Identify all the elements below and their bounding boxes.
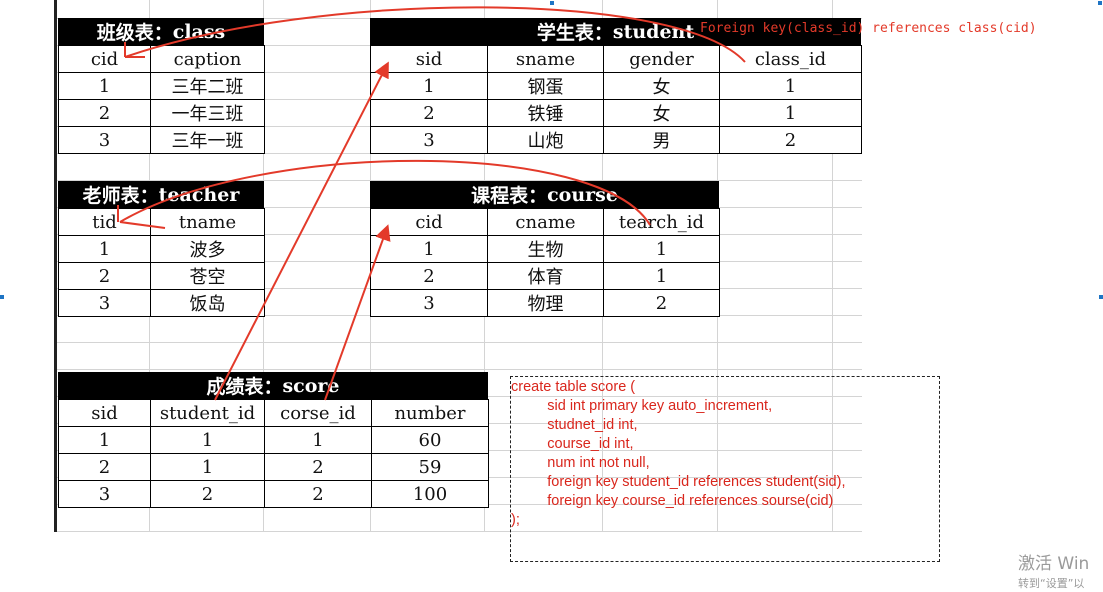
activation-watermark-line2: 转到“设置”以 — [1018, 577, 1085, 590]
table-cell-course[interactable]: 1 — [370, 235, 488, 263]
table-cell-student[interactable]: 1 — [719, 72, 862, 100]
table-cell-class[interactable]: 2 — [58, 99, 151, 127]
table-cell-score[interactable]: 2 — [150, 480, 265, 508]
table-cell-score[interactable]: 3 — [58, 480, 151, 508]
table-title-cn: 班级表： — [96, 22, 173, 44]
table-cell-student[interactable]: 山炮 — [487, 126, 604, 154]
sql-code-box: create table score ( sid int primary key… — [510, 376, 940, 562]
table-cell-score[interactable]: 1 — [58, 426, 151, 454]
sql-line: ); — [511, 512, 520, 528]
fk-annotation-note: Foreign key(class_id) references class(c… — [700, 21, 1037, 36]
sql-line: foreign key student_id references studen… — [511, 474, 846, 490]
table-cell-student[interactable]: 1 — [719, 99, 862, 127]
table-title-en: class — [172, 20, 226, 43]
sql-line: course_id int, — [511, 436, 634, 452]
grid-row-line — [57, 369, 862, 370]
table-cell-score[interactable]: 1 — [150, 453, 265, 481]
table-cell-course[interactable]: 2 — [603, 289, 720, 317]
header-cell-student[interactable]: sid — [370, 45, 488, 73]
table-cell-score[interactable]: 59 — [371, 453, 489, 481]
header-cell-score[interactable]: student_id — [150, 399, 265, 427]
table-cell-course[interactable]: 2 — [370, 262, 488, 290]
header-cell-score[interactable]: number — [371, 399, 489, 427]
table-cell-score[interactable]: 1 — [150, 426, 265, 454]
table-cell-course[interactable]: 体育 — [487, 262, 604, 290]
table-title-en: student — [612, 20, 695, 43]
table-cell-teacher[interactable]: 2 — [58, 262, 151, 290]
table-title-cn: 学生表： — [536, 22, 613, 44]
table-cell-teacher[interactable]: 苍空 — [150, 262, 265, 290]
header-cell-teacher[interactable]: tname — [150, 208, 265, 236]
header-cell-course[interactable]: tearch_id — [603, 208, 720, 236]
table-title-class: 班级表： class — [58, 18, 264, 45]
table-cell-score[interactable]: 2 — [58, 453, 151, 481]
header-cell-class[interactable]: caption — [150, 45, 265, 73]
header-cell-score[interactable]: sid — [58, 399, 151, 427]
table-cell-course[interactable]: 1 — [603, 262, 720, 290]
table-cell-course[interactable]: 生物 — [487, 235, 604, 263]
resize-handle-right[interactable] — [1099, 295, 1103, 299]
table-cell-class[interactable]: 三年二班 — [150, 72, 265, 100]
header-cell-teacher[interactable]: tid — [58, 208, 151, 236]
table-cell-student[interactable]: 铁锤 — [487, 99, 604, 127]
resize-handle-left[interactable] — [0, 295, 4, 299]
table-cell-score[interactable]: 2 — [264, 453, 372, 481]
table-cell-course[interactable]: 物理 — [487, 289, 604, 317]
grid-row-line — [57, 342, 862, 343]
table-cell-student[interactable]: 2 — [370, 99, 488, 127]
table-cell-course[interactable]: 3 — [370, 289, 488, 317]
table-title-cn: 老师表： — [82, 185, 159, 207]
table-cell-student[interactable]: 3 — [370, 126, 488, 154]
table-title-course: 课程表： course — [370, 181, 719, 208]
table-cell-class[interactable]: 3 — [58, 126, 151, 154]
header-cell-student[interactable]: gender — [603, 45, 720, 73]
sql-line: num int not null, — [511, 455, 650, 471]
table-title-en: teacher — [158, 183, 240, 206]
table-cell-score[interactable]: 60 — [371, 426, 489, 454]
header-cell-student[interactable]: sname — [487, 45, 604, 73]
sql-line: studnet_id int, — [511, 417, 638, 433]
table-title-teacher: 老师表： teacher — [58, 181, 264, 208]
table-cell-score[interactable]: 100 — [371, 480, 489, 508]
table-cell-student[interactable]: 男 — [603, 126, 720, 154]
table-cell-student[interactable]: 1 — [370, 72, 488, 100]
table-title-cn: 课程表： — [471, 185, 548, 207]
activation-watermark-line1: 激活 Win — [1018, 554, 1090, 574]
sql-line: foreign key course_id references sourse(… — [511, 493, 834, 509]
header-cell-course[interactable]: cid — [370, 208, 488, 236]
table-cell-class[interactable]: 三年一班 — [150, 126, 265, 154]
table-cell-student[interactable]: 女 — [603, 72, 720, 100]
resize-handle-top[interactable] — [550, 1, 554, 5]
table-cell-teacher[interactable]: 1 — [58, 235, 151, 263]
sheet-left-border — [54, 0, 57, 532]
table-cell-student[interactable]: 2 — [719, 126, 862, 154]
table-cell-teacher[interactable]: 3 — [58, 289, 151, 317]
table-cell-teacher[interactable]: 饭岛 — [150, 289, 265, 317]
header-cell-class[interactable]: cid — [58, 45, 151, 73]
header-cell-score[interactable]: corse_id — [264, 399, 372, 427]
table-cell-teacher[interactable]: 波多 — [150, 235, 265, 263]
table-title-en: score — [282, 374, 340, 397]
table-cell-course[interactable]: 1 — [603, 235, 720, 263]
header-cell-course[interactable]: cname — [487, 208, 604, 236]
table-title-cn: 成绩表： — [206, 376, 283, 398]
resize-handle-top-right[interactable] — [1098, 1, 1102, 5]
table-cell-score[interactable]: 1 — [264, 426, 372, 454]
table-cell-student[interactable]: 钢蛋 — [487, 72, 604, 100]
table-title-score: 成绩表： score — [58, 372, 488, 399]
sql-line: create table score ( — [511, 379, 636, 395]
header-cell-student[interactable]: class_id — [719, 45, 862, 73]
table-cell-class[interactable]: 1 — [58, 72, 151, 100]
table-cell-student[interactable]: 女 — [603, 99, 720, 127]
table-cell-class[interactable]: 一年三班 — [150, 99, 265, 127]
table-cell-score[interactable]: 2 — [264, 480, 372, 508]
table-title-en: course — [547, 183, 618, 206]
sql-line: sid int primary key auto_increment, — [511, 398, 773, 414]
